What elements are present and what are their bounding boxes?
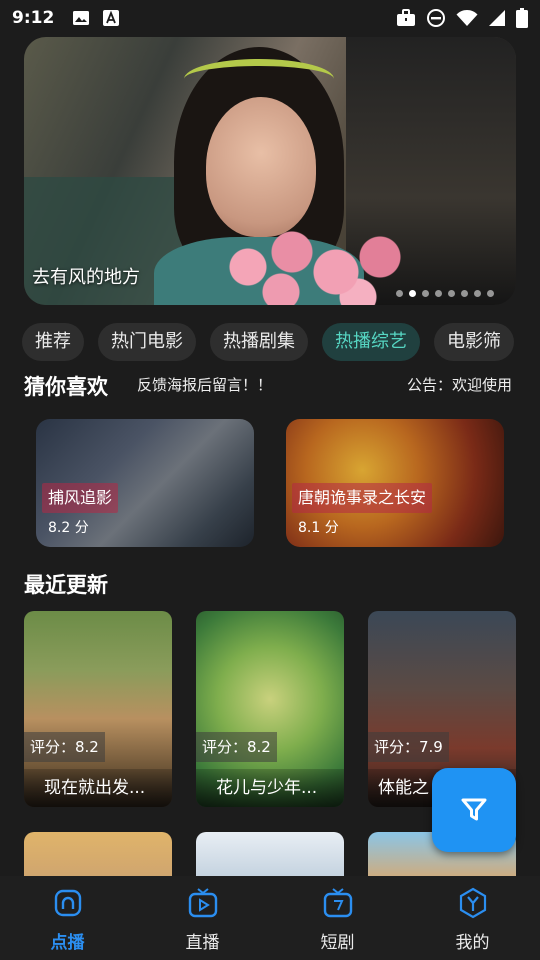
profile-icon xyxy=(459,887,486,919)
banner-dot[interactable] xyxy=(474,290,481,297)
update-card-title: 现在就出发... xyxy=(24,769,172,807)
tab-hot-series[interactable]: 热播剧集 xyxy=(210,323,308,361)
section-title-recent: 最近更新 xyxy=(24,573,108,597)
short-drama-icon xyxy=(323,888,352,918)
home-icon xyxy=(54,889,81,917)
nav-item-short-drama[interactable]: 短剧 xyxy=(270,876,405,960)
banner-caption: 去有风的地方 xyxy=(32,267,140,288)
status-icons xyxy=(396,8,528,28)
announcement-marquee: 反馈海报后留言！！ 公告：欢迎使用 xyxy=(137,374,517,396)
briefcase-icon xyxy=(397,9,415,26)
font-notification-icon xyxy=(103,10,120,26)
tab-recommend[interactable]: 推荐 xyxy=(22,323,84,361)
banner-dot[interactable] xyxy=(409,290,416,297)
banner-figure xyxy=(184,59,334,99)
tab-hot-movies[interactable]: 热门电影 xyxy=(98,323,196,361)
status-time: 9:12 xyxy=(12,8,55,28)
live-tv-icon xyxy=(188,888,217,918)
battery-icon xyxy=(516,8,528,28)
banner-figure xyxy=(206,97,316,237)
wifi-icon xyxy=(456,10,478,26)
update-card[interactable]: 评分：8.2 现在就出发... xyxy=(24,611,172,807)
recommend-card-title: 捕风追影 xyxy=(42,483,119,513)
banner-dot[interactable] xyxy=(448,290,455,297)
banner-dot[interactable] xyxy=(461,290,468,297)
banner-dot[interactable] xyxy=(396,290,403,297)
tab-hot-variety[interactable]: 热播综艺 xyxy=(322,323,420,361)
banner-dot[interactable] xyxy=(435,290,442,297)
update-card-score: 评分：8.2 xyxy=(24,732,105,762)
nav-item-label: 短剧 xyxy=(320,933,355,953)
filter-icon xyxy=(461,798,487,821)
status-bar: 9:12 xyxy=(0,0,540,36)
banner-pagination xyxy=(396,290,494,297)
category-tabs: 推荐 热门电影 热播剧集 热播综艺 电影筛 xyxy=(22,323,540,361)
marquee-text: 公告：欢迎使用 xyxy=(407,376,513,394)
featured-banner[interactable]: 去有风的地方 xyxy=(24,37,516,305)
update-card-score: 评分：7.9 xyxy=(368,732,449,762)
image-notification-icon xyxy=(73,11,90,25)
nav-item-label: 我的 xyxy=(455,933,490,953)
recommend-card-score: 8.2 分 xyxy=(48,520,89,536)
nav-item-live[interactable]: 直播 xyxy=(135,876,270,960)
marquee-text: 反馈海报后留言！！ xyxy=(137,376,273,394)
update-card[interactable]: 评分：8.2 花儿与少年... xyxy=(196,611,344,807)
do-not-disturb-icon xyxy=(427,9,445,27)
recommend-card-title: 唐朝诡事录之长安 xyxy=(292,483,433,513)
nav-item-profile[interactable]: 我的 xyxy=(405,876,540,960)
nav-item-label: 直播 xyxy=(185,933,220,953)
update-card-score: 评分：8.2 xyxy=(196,732,277,762)
recommend-card-score: 8.1 分 xyxy=(298,520,339,536)
bottom-navigation: 点播 直播 短剧 我的 xyxy=(0,876,540,960)
nav-item-label: 点播 xyxy=(50,933,85,953)
recommend-card[interactable]: 捕风追影 8.2 分 xyxy=(36,419,254,547)
recommend-card[interactable]: 唐朝诡事录之长安 8.1 分 xyxy=(286,419,504,547)
filter-button[interactable] xyxy=(432,768,516,852)
section-title-guess: 猜你喜欢 xyxy=(24,375,108,399)
tab-movie-filter[interactable]: 电影筛 xyxy=(434,323,514,361)
nav-item-vod[interactable]: 点播 xyxy=(0,876,135,960)
signal-icon xyxy=(489,10,505,26)
update-card-title: 花儿与少年... xyxy=(196,769,344,807)
banner-dot[interactable] xyxy=(487,290,494,297)
banner-dot[interactable] xyxy=(422,290,429,297)
